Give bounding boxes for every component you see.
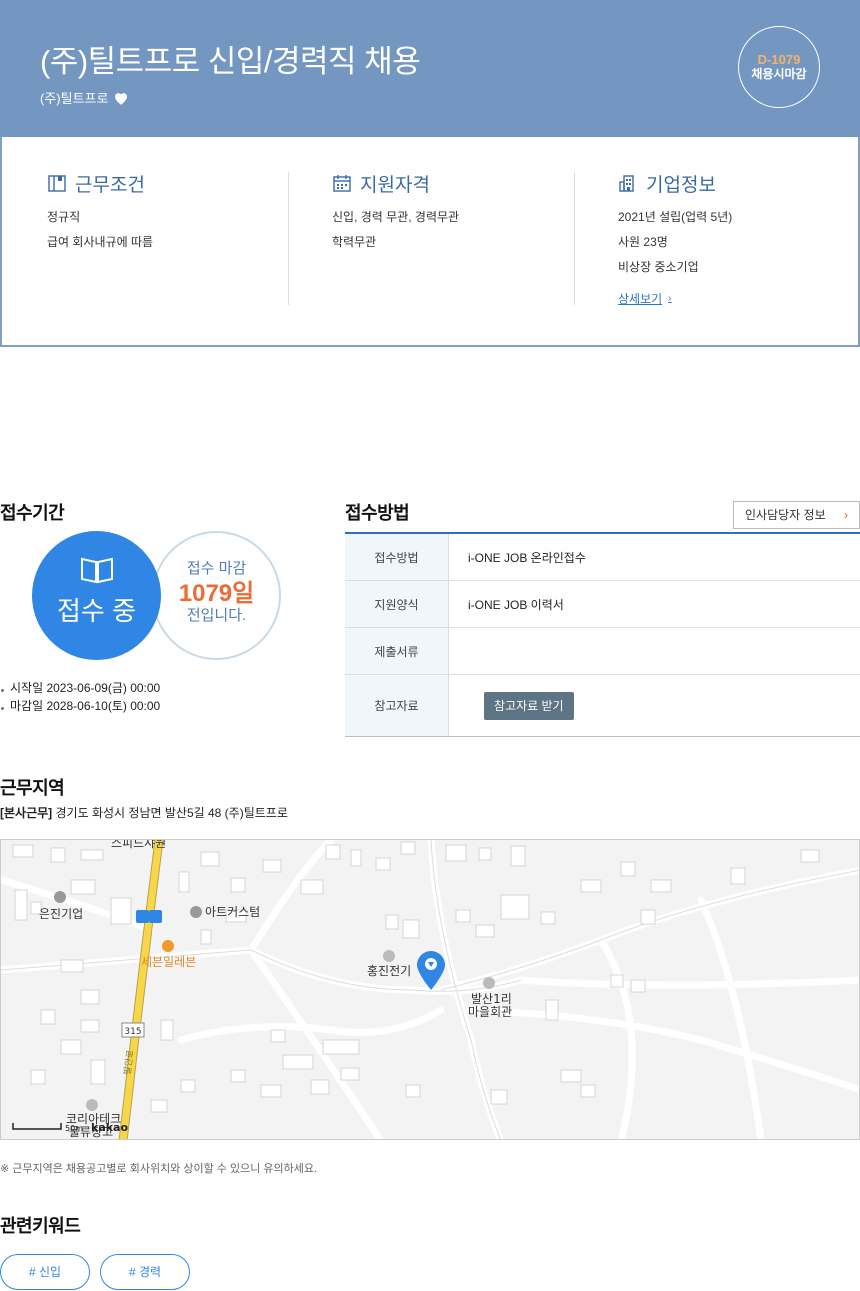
period-title: 접수기간 — [0, 503, 65, 523]
row-value: i-ONE JOB 온라인접수 — [468, 550, 586, 565]
qualification-heading: 지원자격 — [332, 172, 574, 196]
conditions-title: 근무조건 — [75, 174, 145, 196]
company-detail-label: 상세보기 — [618, 292, 663, 306]
map-note: ※ 근무지역은 채용공고별로 회사위치와 상이할 수 있으니 유의하세요. — [0, 1163, 318, 1175]
hr-info-label: 인사담당자 정보 — [745, 508, 826, 522]
row-value: 참고자료 받기 — [449, 675, 860, 736]
map[interactable]: 315 발안로 스피드샤원 은진기업 아트커스텀 세븐일레븐 홍진전기 발산1리… — [0, 839, 860, 1140]
company-title: 기업정보 — [646, 174, 716, 196]
status-text: 접수 중 — [57, 596, 136, 626]
company-line: 2021년 설립(업력 5년) — [618, 210, 733, 224]
status-circle: 접수 중 — [32, 531, 161, 660]
row-label: 지원양식 — [345, 581, 449, 627]
conditions-line: 급여 회사내규에 따름 — [47, 235, 154, 249]
hr-info-button[interactable]: 인사담당자 정보 › — [733, 501, 860, 529]
qualification-title: 지원자격 — [360, 174, 430, 196]
row-label: 참고자료 — [345, 675, 449, 736]
conditions-section: 근무조건 정규직 급여 회사내규에 따름 — [47, 172, 289, 305]
keywords-title: 관련키워드 — [0, 1216, 81, 1236]
chevron-right-icon: › — [668, 293, 672, 304]
keyword-tag[interactable]: # 경력 — [100, 1254, 190, 1290]
map-brand-logo: kakao — [91, 1121, 128, 1134]
row-value: i-ONE JOB 이력서 — [468, 597, 564, 612]
qualification-section: 지원자격 신입, 경력 무관, 경력무관 학력무관 — [332, 172, 575, 305]
address: [본사근무] 경기도 화성시 정남면 발산5길 48 (주)틸트프로 — [0, 804, 288, 821]
conditions-heading: 근무조건 — [47, 172, 288, 196]
start-date: 시작일 2023-06-09(금) 00:00 — [0, 679, 160, 697]
poi-label: 세븐일레븐 — [141, 955, 196, 969]
company-name[interactable]: (주)틸트프로 — [40, 88, 108, 107]
deadline-days: 1079일 — [178, 580, 255, 607]
row-label: 제출서류 — [345, 628, 449, 674]
job-title: (주)틸트프로 신입/경력직 채용 — [40, 44, 421, 79]
calendar-icon — [333, 175, 351, 192]
deadline-circle: 접수 마감 1079일 전입니다. — [152, 531, 281, 660]
poi-label: 홍진전기 — [367, 964, 411, 978]
table-row: 접수방법 i-ONE JOB 온라인접수 — [345, 534, 860, 581]
table-row: 참고자료 참고자료 받기 — [345, 675, 860, 736]
book-icon — [81, 557, 113, 584]
company-detail-link[interactable]: 상세보기 › — [618, 290, 672, 307]
building-icon — [619, 175, 634, 192]
folder-icon — [48, 175, 66, 192]
poi-label: 발산1리 — [471, 992, 512, 1006]
row-label: 접수방법 — [345, 534, 449, 580]
dday-sub: 채용시마감 — [751, 67, 807, 81]
address-tag: [본사근무] — [0, 806, 53, 820]
reference-download-button[interactable]: 참고자료 받기 — [484, 691, 574, 720]
company-line: 비상장 중소기업 — [618, 260, 699, 274]
chevron-right-icon: › — [844, 508, 848, 522]
conditions-line: 정규직 — [47, 210, 81, 224]
poi-label: 스피드샤원 — [111, 840, 166, 850]
apply-table: 접수방법 i-ONE JOB 온라인접수 지원양식 i-ONE JOB 이력서 … — [345, 532, 860, 737]
apply-title: 접수방법 — [345, 503, 410, 523]
dday-count: D-1079 — [757, 52, 801, 67]
company-row: (주)틸트프로 — [40, 88, 130, 107]
address-text: 경기도 화성시 정남면 발산5길 48 (주)틸트프로 — [55, 806, 288, 820]
company-heading: 기업정보 — [618, 172, 838, 196]
poi-label: 아트커스텀 — [205, 905, 260, 919]
table-row: 지원양식 i-ONE JOB 이력서 — [345, 581, 860, 628]
qualification-line: 신입, 경력 무관, 경력무관 — [332, 210, 460, 224]
poi-label: 마을회관 — [468, 1005, 512, 1019]
table-row: 제출서류 — [345, 628, 860, 675]
map-canvas[interactable]: 315 발안로 스피드샤원 은진기업 아트커스텀 세븐일레븐 홍진전기 발산1리… — [1, 840, 860, 1140]
deadline-suffix: 전입니다. — [186, 607, 247, 624]
company-line: 사원 23명 — [618, 235, 668, 249]
period-dates: 시작일 2023-06-09(금) 00:00 마감일 2028-06-10(토… — [0, 679, 160, 715]
region-title: 근무지역 — [0, 778, 65, 798]
dday-badge: D-1079 채용시마감 — [738, 26, 820, 108]
company-section: 기업정보 2021년 설립(업력 5년) 사원 23명 비상장 중소기업 상세보… — [618, 172, 838, 307]
keyword-tag[interactable]: # 신입 — [0, 1254, 90, 1290]
heart-icon[interactable] — [112, 89, 130, 107]
poi-label: 은진기업 — [39, 907, 83, 921]
qualification-line: 학력무관 — [332, 235, 377, 249]
summary-card: 근무조건 정규직 급여 회사내규에 따름 지원자격 신입, 경력 무관, 경력무… — [0, 137, 860, 347]
scale-label: 50m — [65, 1124, 83, 1133]
road-number-label: 315 — [124, 1027, 141, 1037]
job-header: (주)틸트프로 신입/경력직 채용 (주)틸트프로 D-1079 채용시마감 — [0, 0, 860, 137]
row-value — [449, 628, 860, 674]
end-date: 마감일 2028-06-10(토) 00:00 — [0, 697, 160, 715]
